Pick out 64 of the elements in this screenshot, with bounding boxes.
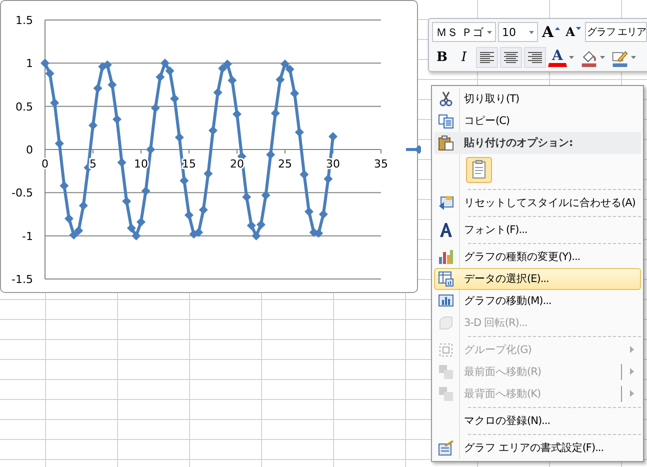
y-tick-label: 0.5 <box>16 100 33 114</box>
legend-marker-icon <box>406 145 421 154</box>
menu-item[interactable]: マクロの登録(N)... <box>434 410 641 432</box>
dropdown-arrow-icon <box>529 30 534 34</box>
menu-section-header: 貼り付けのオプション: <box>434 132 641 154</box>
align-right-button[interactable] <box>524 47 546 68</box>
submenu-arrow-icon <box>630 390 634 398</box>
dropdown-arrow-icon[interactable] <box>568 56 574 60</box>
menu-item[interactable]: グラフの移動(M)... <box>434 290 641 312</box>
pen-icon[interactable] <box>610 48 629 67</box>
copy-icon <box>438 113 454 130</box>
menu-item[interactable]: 切り取り(T) <box>434 88 641 110</box>
chart-element-field[interactable]: グラフ エリア <box>584 22 647 42</box>
menu-item[interactable]: グラフ エリアの書式設定(F)... <box>434 436 641 459</box>
y-tick-label: -0.5 <box>12 186 33 200</box>
align-right-icon <box>528 52 542 64</box>
dropdown-arrow-icon[interactable] <box>600 56 605 60</box>
group-icon <box>438 342 454 358</box>
clipboard-icon <box>438 135 454 152</box>
bring-forward-icon <box>438 364 454 380</box>
menu-item[interactable]: データの選択(E)... <box>434 268 641 290</box>
move-chart-icon <box>438 292 454 309</box>
reset-style-icon <box>438 194 454 211</box>
grow-font-button[interactable]: A <box>540 22 562 43</box>
y-tick-label: -1.5 <box>12 273 33 286</box>
y-tick-label: 1 <box>26 57 33 70</box>
menu-item[interactable]: グラフの種類の変更(Y)... <box>434 246 641 268</box>
scissors-icon <box>438 91 454 107</box>
bar-chart-icon <box>438 248 454 265</box>
y-tick-label: 0 <box>26 144 33 156</box>
x-tick-label: 0 <box>42 158 48 170</box>
align-left-button[interactable] <box>476 47 498 68</box>
menu-item[interactable]: リセットしてスタイルに合わせる(A) <box>434 192 641 214</box>
align-center-icon <box>504 52 518 64</box>
menu-item[interactable]: フォント(F)... <box>434 218 641 241</box>
align-left-icon <box>480 52 494 64</box>
submenu-arrow-icon <box>630 368 634 376</box>
shrink-font-button[interactable]: A <box>564 22 583 43</box>
y-tick-label: 1.5 <box>16 14 33 27</box>
fill-bucket-icon[interactable] <box>580 48 598 67</box>
dropdown-arrow-icon <box>487 30 492 34</box>
font-name-field[interactable]: ＭＳ Ｐゴ <box>432 22 496 42</box>
y-tick-label: -1 <box>22 230 33 243</box>
submenu-arrow-icon <box>630 346 634 354</box>
font-icon <box>438 222 454 238</box>
send-backward-icon <box>438 386 454 402</box>
x-tick-label: 35 <box>374 158 388 170</box>
italic-button[interactable]: I <box>454 47 474 68</box>
bold-button[interactable]: B <box>432 47 452 68</box>
down-arrow-icon <box>576 26 581 30</box>
x-tick-label: 10 <box>134 158 148 170</box>
paste-button[interactable] <box>466 157 492 184</box>
format-icon <box>438 440 454 456</box>
up-arrow-icon <box>554 26 560 30</box>
x-tick-label: 5 <box>90 158 96 170</box>
cube-icon <box>438 314 454 331</box>
dropdown-arrow-icon[interactable] <box>630 56 636 60</box>
font-size-field[interactable]: 10 <box>498 22 538 42</box>
font-color-button[interactable]: A <box>548 48 567 67</box>
x-tick-label: 25 <box>278 158 292 170</box>
menu-item[interactable]: コピー(C) <box>434 110 641 132</box>
align-center-button[interactable] <box>500 47 522 68</box>
data-line[interactable] <box>40 58 338 240</box>
table-chart-icon <box>438 270 454 287</box>
